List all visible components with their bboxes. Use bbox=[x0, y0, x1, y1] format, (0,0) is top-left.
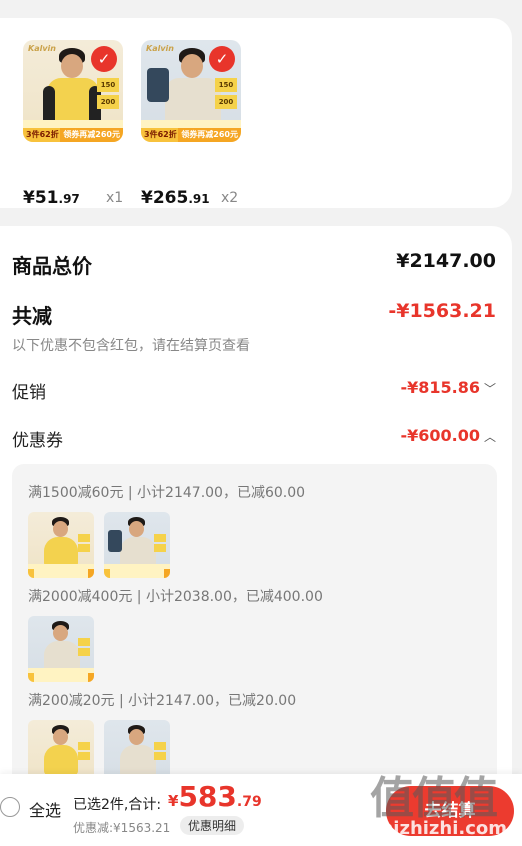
checkout-button[interactable]: 去结算 bbox=[386, 786, 514, 836]
coupon-product-thumb[interactable] bbox=[28, 616, 94, 682]
brand-logo: Kalvin bbox=[28, 44, 56, 53]
product-thumbnail[interactable]: Kalvin ✓ 150 200 3件62折 领券再减260元 bbox=[23, 40, 123, 142]
coupon-line: 满200减20元 | 小计2147.00，已减20.00 bbox=[28, 693, 297, 709]
product-thumbnail[interactable]: Kalvin ✓ 150 200 3件62折 领券再减260元 bbox=[141, 40, 241, 142]
price-summary-card: 商品总价 ¥2147.00 共减 -¥1563.21 以下优惠不包含红包，请在结… bbox=[0, 226, 512, 846]
product-price: ¥265.91 bbox=[141, 188, 210, 208]
total-value: ¥2147.00 bbox=[396, 250, 496, 272]
tag-label: 200 bbox=[97, 95, 119, 109]
total-amount: ¥583.79 bbox=[168, 780, 262, 813]
promo-strip: 3件62折 领券再减260元 bbox=[23, 120, 123, 142]
promo-left-label: 3件62折 bbox=[141, 128, 180, 142]
tag-label: 150 bbox=[215, 78, 237, 92]
total-label: 商品总价 bbox=[12, 254, 92, 278]
check-badge-icon: ✓ bbox=[91, 46, 117, 72]
select-all-radio[interactable] bbox=[0, 797, 20, 817]
checkout-bar: 全选 已选2件,合计: ¥583.79 优惠减:¥1563.21 优惠明细 去结… bbox=[0, 774, 522, 846]
chevron-down-icon: ﹀ bbox=[483, 382, 496, 396]
check-badge-icon: ✓ bbox=[209, 46, 235, 72]
product-image: Kalvin ✓ 150 200 3件62折 领券再减260元 bbox=[141, 40, 241, 142]
promo-label: 促销 bbox=[12, 383, 46, 403]
cart-page: Kalvin ✓ 150 200 3件62折 领券再减260元 ¥51.97 x… bbox=[0, 0, 522, 846]
promo-strip: 3件62折 领券再减260元 bbox=[141, 120, 241, 142]
discount-label: 共减 bbox=[12, 304, 52, 328]
chevron-up-icon: ︿ bbox=[483, 430, 496, 444]
coupon-product-thumb[interactable] bbox=[28, 512, 94, 578]
product-price: ¥51.97 bbox=[23, 188, 80, 208]
coupon-product-thumb[interactable] bbox=[104, 512, 170, 578]
coupon-line: 满2000减400元 | 小计2038.00，已减400.00 bbox=[28, 589, 323, 605]
promo-right-label: 领券再减260元 bbox=[60, 128, 123, 142]
promo-row[interactable]: 促销 -¥815.86 ﹀ bbox=[12, 378, 496, 404]
product-image: Kalvin ✓ 150 200 3件62折 领券再减260元 bbox=[23, 40, 123, 142]
total-row: 商品总价 ¥2147.00 bbox=[12, 250, 496, 278]
coupon-value: -¥600.00 ︿ bbox=[400, 426, 496, 445]
coupon-label: 优惠券 bbox=[12, 431, 63, 451]
product-qty: x1 bbox=[106, 190, 124, 206]
selected-count-text: 已选2件,合计: bbox=[73, 797, 162, 813]
coupon-line: 满1500减60元 | 小计2147.00，已减60.00 bbox=[28, 485, 306, 501]
product-card: Kalvin ✓ 150 200 3件62折 领券再减260元 ¥51.97 x… bbox=[0, 18, 512, 208]
product-qty: x2 bbox=[221, 190, 239, 206]
tag-label: 200 bbox=[215, 95, 237, 109]
discount-value: -¥1563.21 bbox=[388, 300, 496, 322]
saved-amount: 优惠减:¥1563.21 bbox=[73, 821, 171, 835]
brand-logo: Kalvin bbox=[146, 44, 174, 53]
promo-right-label: 领券再减260元 bbox=[178, 128, 241, 142]
discount-detail-button[interactable]: 优惠明细 bbox=[180, 816, 245, 835]
promo-left-label: 3件62折 bbox=[23, 128, 62, 142]
promo-value: -¥815.86 ﹀ bbox=[400, 378, 496, 397]
discount-note: 以下优惠不包含红包，请在结算页查看 bbox=[12, 338, 250, 354]
product-item[interactable]: Kalvin ✓ 150 200 3件62折 领券再减260元 bbox=[141, 40, 241, 208]
coupon-row[interactable]: 优惠券 -¥600.00 ︿ bbox=[12, 426, 496, 452]
product-item[interactable]: Kalvin ✓ 150 200 3件62折 领券再减260元 bbox=[23, 40, 123, 208]
select-all-label[interactable]: 全选 bbox=[29, 797, 61, 821]
discount-row: 共减 -¥1563.21 bbox=[12, 300, 496, 328]
tag-label: 150 bbox=[97, 78, 119, 92]
